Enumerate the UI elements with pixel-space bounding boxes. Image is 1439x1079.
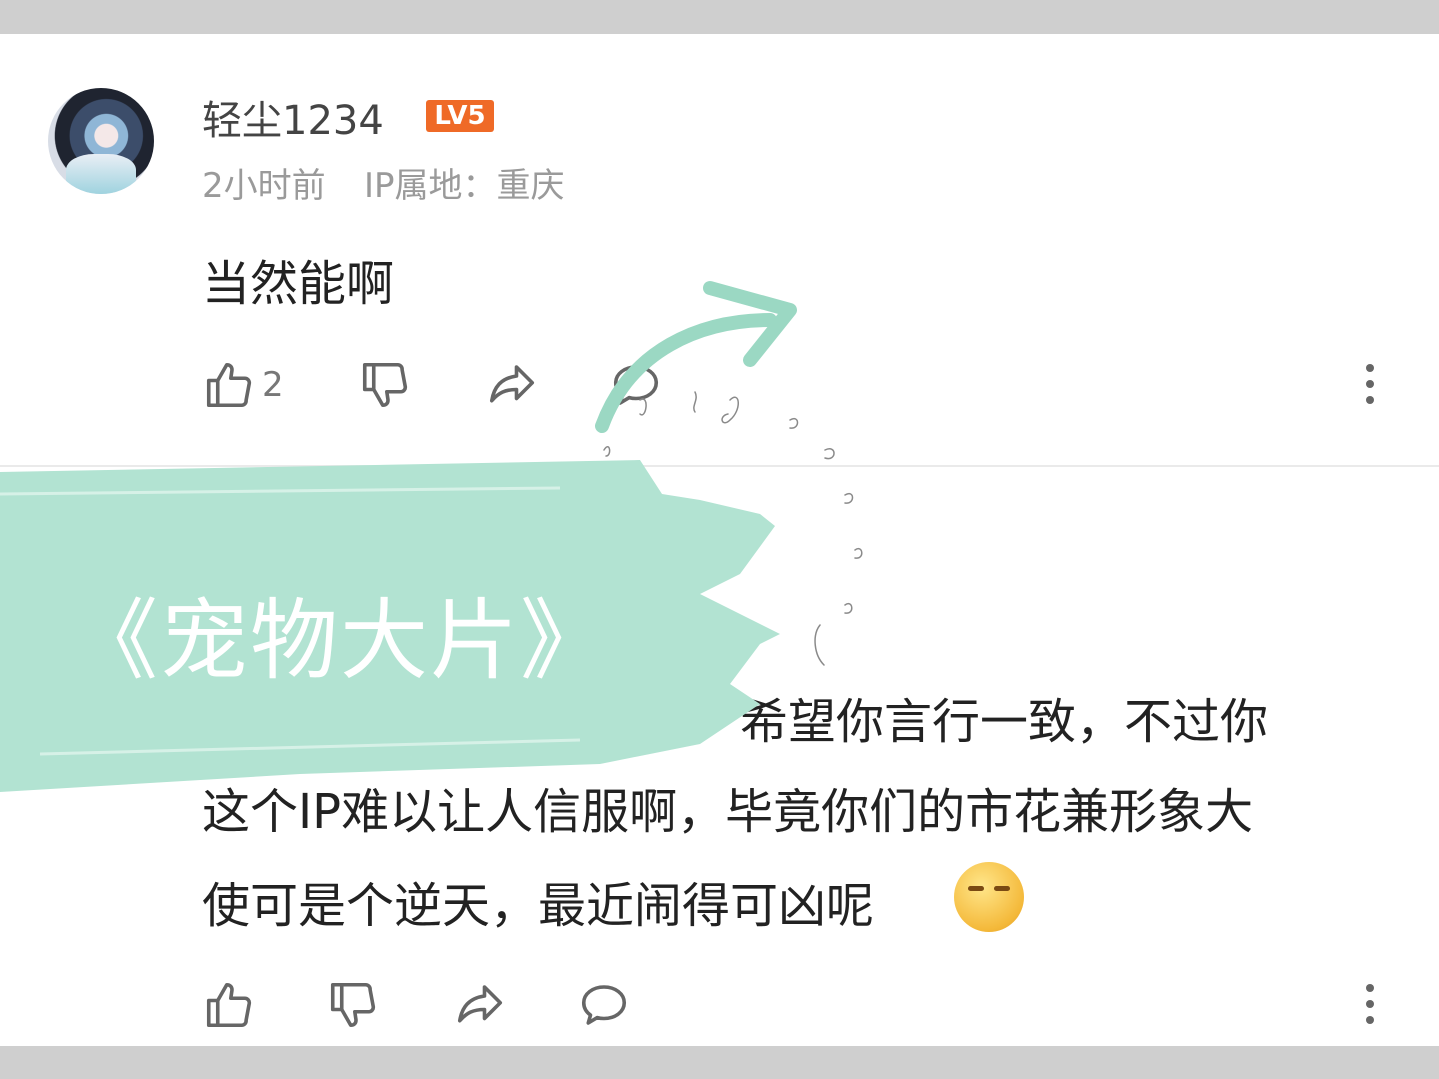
share-icon <box>452 978 508 1032</box>
more-options-button[interactable] <box>1360 364 1380 404</box>
watermark-title: 《宠物大片》 <box>70 589 611 692</box>
bottom-bar <box>0 1046 1439 1079</box>
comment-icon <box>576 978 632 1032</box>
share-button[interactable] <box>484 358 540 412</box>
like-button[interactable]: 2 <box>202 358 284 412</box>
more-icon <box>1366 984 1374 992</box>
share-icon <box>484 358 540 412</box>
thumb-down-icon <box>358 358 412 412</box>
emoji-icon <box>954 862 1024 932</box>
dislike-button[interactable] <box>358 358 412 412</box>
comment-text: 当然能啊 <box>202 256 395 312</box>
comment-text-line: 希望你言行一致，不过你 <box>740 694 1269 750</box>
thumb-up-icon <box>202 358 256 412</box>
share-button[interactable] <box>452 978 508 1032</box>
username[interactable]: 轻尘1234 <box>202 88 384 146</box>
ip-location: IP属地：重庆 <box>364 166 565 206</box>
thumb-up-icon <box>202 978 256 1032</box>
comment-text-line: 使可是个逆天，最近闹得可凶呢 <box>202 878 875 934</box>
script-scribble-icon <box>603 391 863 666</box>
avatar[interactable] <box>48 88 154 194</box>
dislike-button[interactable] <box>326 978 380 1032</box>
comment-time: 2小时前 <box>202 166 326 206</box>
level-badge: LV5 <box>426 100 494 132</box>
like-button[interactable] <box>202 978 256 1032</box>
top-bar <box>0 0 1439 34</box>
more-icon <box>1366 364 1374 372</box>
like-count: 2 <box>262 365 284 405</box>
reply-button[interactable] <box>576 978 632 1032</box>
more-options-button[interactable] <box>1360 984 1380 1024</box>
thumb-down-icon <box>326 978 380 1032</box>
